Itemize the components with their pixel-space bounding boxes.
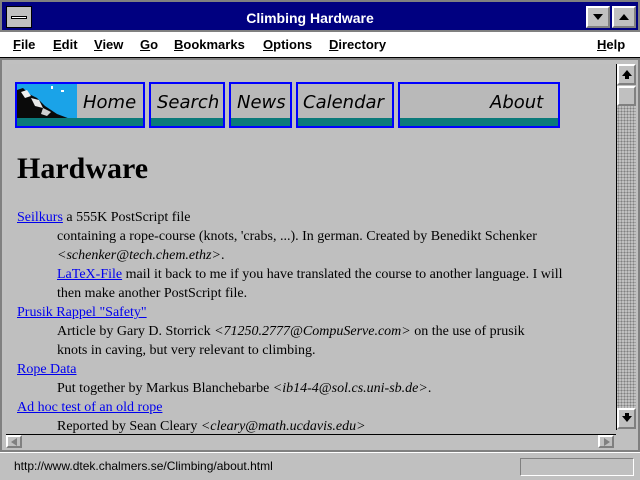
nav-calendar-button[interactable]: Calendar bbox=[296, 82, 394, 128]
nav-calendar-label: Calendar bbox=[303, 92, 384, 113]
seilkurs-description: containing a rope-course (knots, 'crabs,… bbox=[57, 229, 537, 244]
nav-search-label: Search bbox=[157, 92, 220, 113]
nav-news-button[interactable]: News bbox=[229, 82, 292, 128]
scroll-down-button[interactable] bbox=[617, 408, 636, 429]
latex-line: LaTeX-File mail it back to me if you hav… bbox=[57, 267, 563, 283]
menu-bookmarks-accel: B bbox=[174, 37, 184, 52]
minimize-button[interactable] bbox=[586, 6, 610, 28]
rope-data-link[interactable]: Rope Data bbox=[17, 362, 76, 377]
ad-hoc-test-link[interactable]: Ad hoc test of an old rope bbox=[17, 400, 162, 415]
scroll-left-button[interactable] bbox=[6, 435, 22, 448]
latex-description-cont: then make another PostScript file. bbox=[57, 286, 248, 301]
menu-options[interactable]: Options bbox=[263, 37, 312, 52]
scroll-thumb[interactable] bbox=[617, 86, 636, 106]
nav-stripe bbox=[400, 118, 558, 126]
menu-go-rest: o bbox=[150, 37, 159, 52]
system-menu-icon bbox=[11, 16, 27, 19]
scroll-track[interactable] bbox=[617, 86, 636, 408]
rope-data-email: <ib14-4@sol.cs.uni-sb.de> bbox=[272, 381, 428, 396]
menu-file-accel: F bbox=[13, 37, 21, 52]
ad-hoc-author: Reported by Sean Cleary bbox=[57, 419, 201, 434]
arrow-up-icon bbox=[622, 70, 632, 79]
arrow-down-icon bbox=[622, 413, 632, 422]
seilkurs-author-line: <schenker@tech.chem.ethz>. bbox=[57, 248, 224, 264]
ad-hoc-email: <cleary@math.ucdavis.edu> bbox=[200, 419, 366, 434]
menu-help-rest: elp bbox=[606, 37, 626, 52]
content-frame: Home Search News Calendar About Hardware bbox=[0, 58, 640, 452]
menu-file[interactable]: File bbox=[13, 37, 35, 52]
nav-stripe bbox=[151, 118, 223, 126]
menu-file-rest: ile bbox=[20, 37, 36, 52]
menu-go[interactable]: Go bbox=[140, 37, 158, 52]
vertical-scrollbar[interactable] bbox=[616, 64, 636, 430]
nav-home-button[interactable]: Home bbox=[15, 82, 145, 128]
maximize-button[interactable] bbox=[612, 6, 636, 28]
seilkurs-period: . bbox=[220, 248, 225, 263]
status-bar: http://www.dtek.chalmers.se/Climbing/abo… bbox=[0, 452, 640, 480]
rope-data-period: . bbox=[427, 381, 432, 396]
latex-description: mail it back to me if you have translate… bbox=[122, 267, 563, 282]
browser-window: Climbing Hardware File Edit View Go Book… bbox=[0, 0, 640, 480]
menu-edit-rest: dit bbox=[61, 37, 78, 52]
prusik-topic: on the use of prusik bbox=[410, 324, 525, 339]
rope-data-author: Put together by Markus Blanchebarbe bbox=[57, 381, 273, 396]
prusik-rappel-link[interactable]: Prusik Rappel "Safety" bbox=[17, 305, 147, 320]
entry-rope-data: Rope Data bbox=[17, 362, 76, 378]
menu-go-accel: G bbox=[140, 37, 151, 52]
nav-home-label: Home bbox=[83, 92, 137, 113]
status-url: http://www.dtek.chalmers.se/Climbing/abo… bbox=[14, 459, 273, 473]
arrow-right-icon bbox=[604, 438, 610, 446]
nav-stripe bbox=[298, 118, 392, 126]
menu-view-rest: iew bbox=[102, 37, 124, 52]
menu-directory[interactable]: Directory bbox=[329, 37, 386, 52]
nav-stripe bbox=[17, 118, 143, 126]
seilkurs-email: <schenker@tech.chem.ethz> bbox=[57, 248, 221, 263]
entry-seilkurs: Seilkurs a 555K PostScript file bbox=[17, 210, 190, 226]
entry-prusik: Prusik Rappel "Safety" bbox=[17, 305, 147, 321]
arrow-left-icon bbox=[11, 438, 17, 446]
title-bar[interactable]: Climbing Hardware bbox=[0, 0, 640, 32]
menu-directory-accel: D bbox=[329, 37, 339, 52]
mountain-landscape-icon bbox=[17, 84, 77, 120]
horizontal-scrollbar[interactable] bbox=[6, 434, 616, 448]
menu-bar: File Edit View Go Bookmarks Options Dire… bbox=[0, 32, 640, 58]
rope-data-description: Put together by Markus Blanchebarbe <ib1… bbox=[57, 381, 431, 397]
latex-file-link[interactable]: LaTeX-File bbox=[57, 267, 122, 282]
nav-about-button[interactable]: About bbox=[398, 82, 560, 128]
triangle-down-icon bbox=[593, 14, 603, 20]
prusik-email: <71250.2777@CompuServe.com> bbox=[214, 324, 411, 339]
menu-edit[interactable]: Edit bbox=[53, 37, 78, 52]
menu-options-accel: O bbox=[263, 37, 274, 52]
nav-stripe bbox=[231, 118, 290, 126]
menu-bookmarks[interactable]: Bookmarks bbox=[174, 37, 245, 52]
nav-search-button[interactable]: Search bbox=[149, 82, 225, 128]
window-title: Climbing Hardware bbox=[246, 10, 374, 26]
menu-directory-rest: irectory bbox=[338, 37, 387, 52]
menu-bookmarks-rest: ookmarks bbox=[183, 37, 245, 52]
entry-ad-hoc: Ad hoc test of an old rope bbox=[17, 400, 162, 416]
menu-edit-accel: E bbox=[53, 37, 62, 52]
seilkurs-link[interactable]: Seilkurs bbox=[17, 210, 63, 225]
scrollbar-corner bbox=[616, 430, 636, 448]
nav-news-label: News bbox=[237, 92, 286, 113]
ad-hoc-description: Reported by Sean Cleary <cleary@math.ucd… bbox=[57, 419, 366, 434]
status-progress-box bbox=[520, 458, 634, 476]
document-view: Home Search News Calendar About Hardware bbox=[6, 64, 616, 434]
scroll-up-button[interactable] bbox=[617, 64, 636, 85]
menu-help-accel: H bbox=[597, 37, 607, 52]
system-menu-button[interactable] bbox=[6, 6, 32, 28]
menu-help[interactable]: Help bbox=[597, 37, 625, 52]
scroll-right-button[interactable] bbox=[598, 435, 614, 448]
prusik-description-cont: knots in caving, but very relevant to cl… bbox=[57, 343, 316, 358]
prusik-author: Article by Gary D. Storrick bbox=[57, 324, 215, 339]
prusik-description: Article by Gary D. Storrick <71250.2777@… bbox=[57, 324, 525, 340]
seilkurs-size: a 555K PostScript file bbox=[62, 210, 191, 225]
nav-about-label: About bbox=[490, 92, 544, 113]
menu-options-rest: ptions bbox=[273, 37, 313, 52]
menu-view[interactable]: View bbox=[94, 37, 123, 52]
triangle-up-icon bbox=[619, 14, 629, 20]
page-heading: Hardware bbox=[17, 152, 149, 185]
